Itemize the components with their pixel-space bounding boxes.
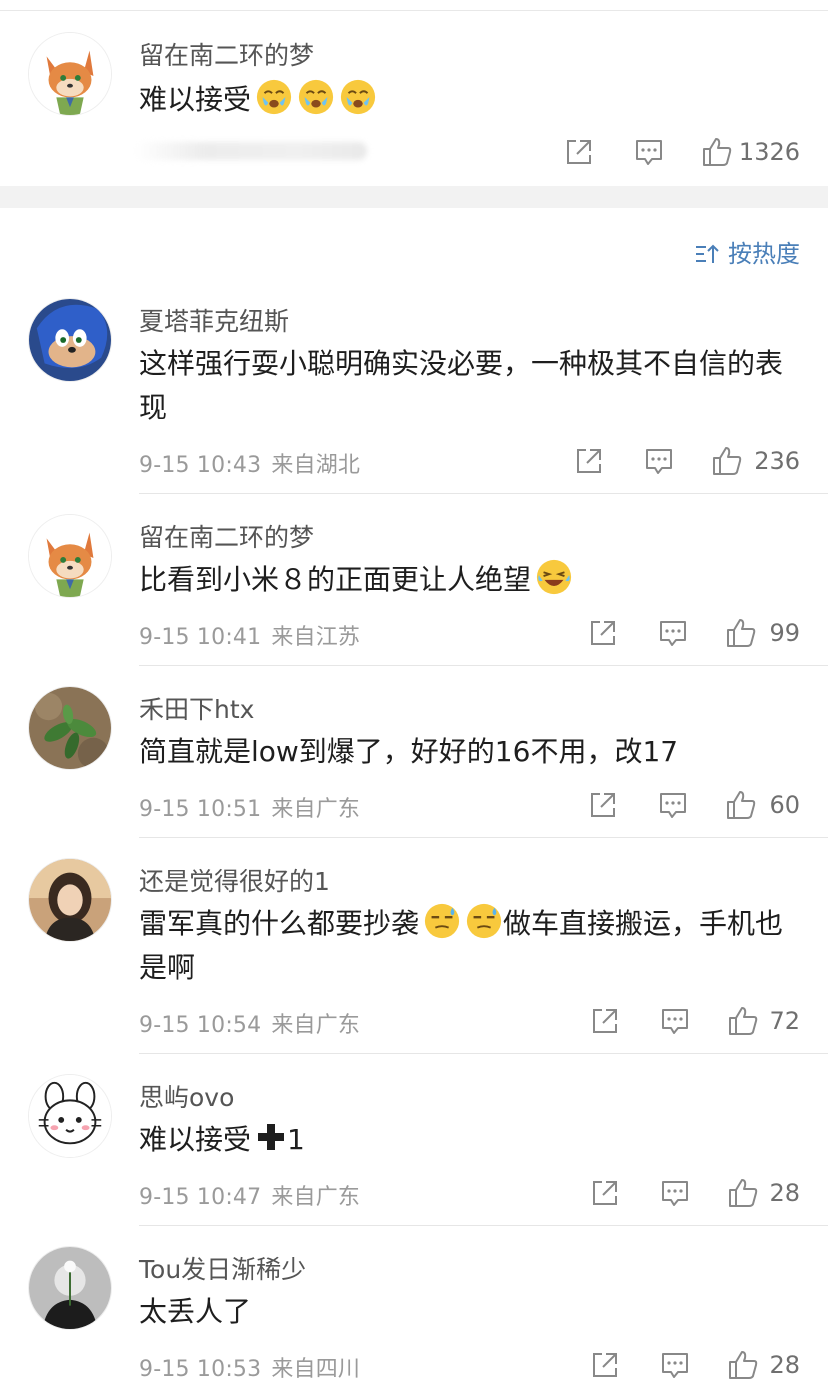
username[interactable]: 夏塔菲克纽斯 bbox=[139, 302, 289, 338]
like-count: 28 bbox=[769, 1351, 800, 1379]
comment-text-suffix: 1 bbox=[287, 1123, 305, 1156]
comment-text: 难以接受 1 bbox=[139, 1118, 799, 1162]
comment-icon[interactable] bbox=[658, 1004, 692, 1038]
location: 来自广东 bbox=[271, 1013, 361, 1038]
thumbs-up-icon[interactable] bbox=[710, 444, 744, 478]
username[interactable]: 还是觉得很好的1 bbox=[139, 862, 330, 898]
thumbs-up-icon[interactable] bbox=[726, 1004, 760, 1038]
like-count: 236 bbox=[754, 447, 800, 475]
location: 来自广东 bbox=[271, 797, 361, 822]
comment-meta: 9-15 10:53 来自四川 bbox=[139, 1351, 370, 1383]
crying-emoji bbox=[255, 78, 293, 116]
comment-icon[interactable] bbox=[658, 1176, 692, 1210]
divider bbox=[139, 665, 828, 666]
share-icon[interactable] bbox=[572, 444, 606, 478]
avatar[interactable] bbox=[28, 298, 112, 382]
comment-text-content: 比看到小米８的正面更让人绝望 bbox=[139, 563, 532, 596]
sort-icon bbox=[694, 243, 720, 265]
share-icon[interactable] bbox=[588, 1004, 622, 1038]
crying-emoji bbox=[339, 78, 377, 116]
plus-emoji bbox=[255, 1121, 287, 1153]
sort-by-heat-button[interactable]: 按热度 bbox=[694, 234, 800, 269]
avatar[interactable] bbox=[28, 1246, 112, 1330]
comment-text-content: 难以接受 bbox=[139, 83, 252, 116]
location: 来自广东 bbox=[271, 1185, 361, 1210]
username[interactable]: 禾田下htx bbox=[139, 690, 254, 726]
comment-icon[interactable] bbox=[658, 1348, 692, 1382]
timestamp: 9-15 10:47 bbox=[139, 1185, 262, 1210]
crying-emoji bbox=[297, 78, 335, 116]
thumbs-up-icon[interactable] bbox=[726, 1176, 760, 1210]
comment-icon[interactable] bbox=[656, 616, 690, 650]
comment-meta: 9-15 10:43 来自湖北 bbox=[139, 447, 370, 479]
comment-text: 难以接受 bbox=[139, 78, 799, 122]
comment-meta: 9-15 10:51 来自广东 bbox=[139, 791, 370, 823]
location: 来自江苏 bbox=[271, 625, 361, 650]
timestamp: 9-15 10:43 bbox=[139, 453, 262, 478]
timestamp: 9-15 10:51 bbox=[139, 797, 262, 822]
avatar[interactable] bbox=[28, 1074, 112, 1158]
divider bbox=[139, 1053, 828, 1054]
timestamp: 9-15 10:53 bbox=[139, 1357, 262, 1382]
comment-icon[interactable] bbox=[642, 444, 676, 478]
comment-text: 比看到小米８的正面更让人绝望 bbox=[139, 558, 799, 602]
like-count: 1326 bbox=[738, 138, 800, 166]
share-icon[interactable] bbox=[588, 1176, 622, 1210]
share-icon[interactable] bbox=[588, 1348, 622, 1382]
location: 来自湖北 bbox=[271, 453, 361, 478]
sweat-emoji bbox=[423, 902, 461, 940]
like-count: 99 bbox=[769, 619, 800, 647]
comment-meta: 9-15 10:47 来自广东 bbox=[139, 1179, 370, 1211]
comment-text-part: 雷军真的什么都要抄袭 bbox=[139, 907, 420, 940]
username[interactable]: Tou发日渐稀少 bbox=[139, 1250, 306, 1286]
divider bbox=[139, 493, 828, 494]
username[interactable]: 思屿ovo bbox=[139, 1078, 234, 1114]
comment-text: 太丢人了 bbox=[139, 1295, 252, 1328]
comment-text: 雷军真的什么都要抄袭 做车直接搬运，手机也是啊 bbox=[139, 902, 799, 990]
comment-text: 这样强行耍小聪明确实没必要，一种极其不自信的表现 bbox=[139, 347, 784, 424]
avatar[interactable] bbox=[28, 858, 112, 942]
thumbs-up-icon[interactable] bbox=[724, 788, 758, 822]
avatar[interactable] bbox=[28, 32, 112, 116]
username[interactable]: 留在南二环的梦 bbox=[139, 518, 314, 554]
comment-text: 简直就是low到爆了，好好的16不用，改17 bbox=[139, 735, 679, 768]
section-separator bbox=[0, 186, 828, 208]
share-icon[interactable] bbox=[586, 788, 620, 822]
like-count: 28 bbox=[769, 1179, 800, 1207]
thumbs-up-icon[interactable] bbox=[724, 616, 758, 650]
comment-meta: 9-15 10:41 来自江苏 bbox=[139, 619, 370, 651]
thumbs-up-icon[interactable] bbox=[700, 135, 734, 169]
sweat-emoji bbox=[465, 902, 503, 940]
comment-icon[interactable] bbox=[632, 135, 666, 169]
avatar[interactable] bbox=[28, 514, 112, 598]
laughing-tears-emoji bbox=[535, 558, 573, 596]
comment-icon[interactable] bbox=[656, 788, 690, 822]
like-count: 60 bbox=[769, 791, 800, 819]
location: 来自四川 bbox=[271, 1357, 361, 1382]
avatar[interactable] bbox=[28, 686, 112, 770]
share-icon[interactable] bbox=[562, 135, 596, 169]
like-count: 72 bbox=[769, 1007, 800, 1035]
divider bbox=[139, 837, 828, 838]
username[interactable]: 留在南二环的梦 bbox=[139, 36, 314, 72]
comment-text-content: 难以接受 bbox=[139, 1123, 252, 1156]
divider bbox=[139, 1225, 828, 1226]
thumbs-up-icon[interactable] bbox=[726, 1348, 760, 1382]
comment-meta: 9-15 10:54 来自广东 bbox=[139, 1007, 370, 1039]
blurred-meta bbox=[135, 142, 367, 160]
timestamp: 9-15 10:54 bbox=[139, 1013, 262, 1038]
share-icon[interactable] bbox=[586, 616, 620, 650]
sort-label: 按热度 bbox=[728, 240, 800, 268]
top-divider bbox=[0, 10, 828, 11]
timestamp: 9-15 10:41 bbox=[139, 625, 262, 650]
